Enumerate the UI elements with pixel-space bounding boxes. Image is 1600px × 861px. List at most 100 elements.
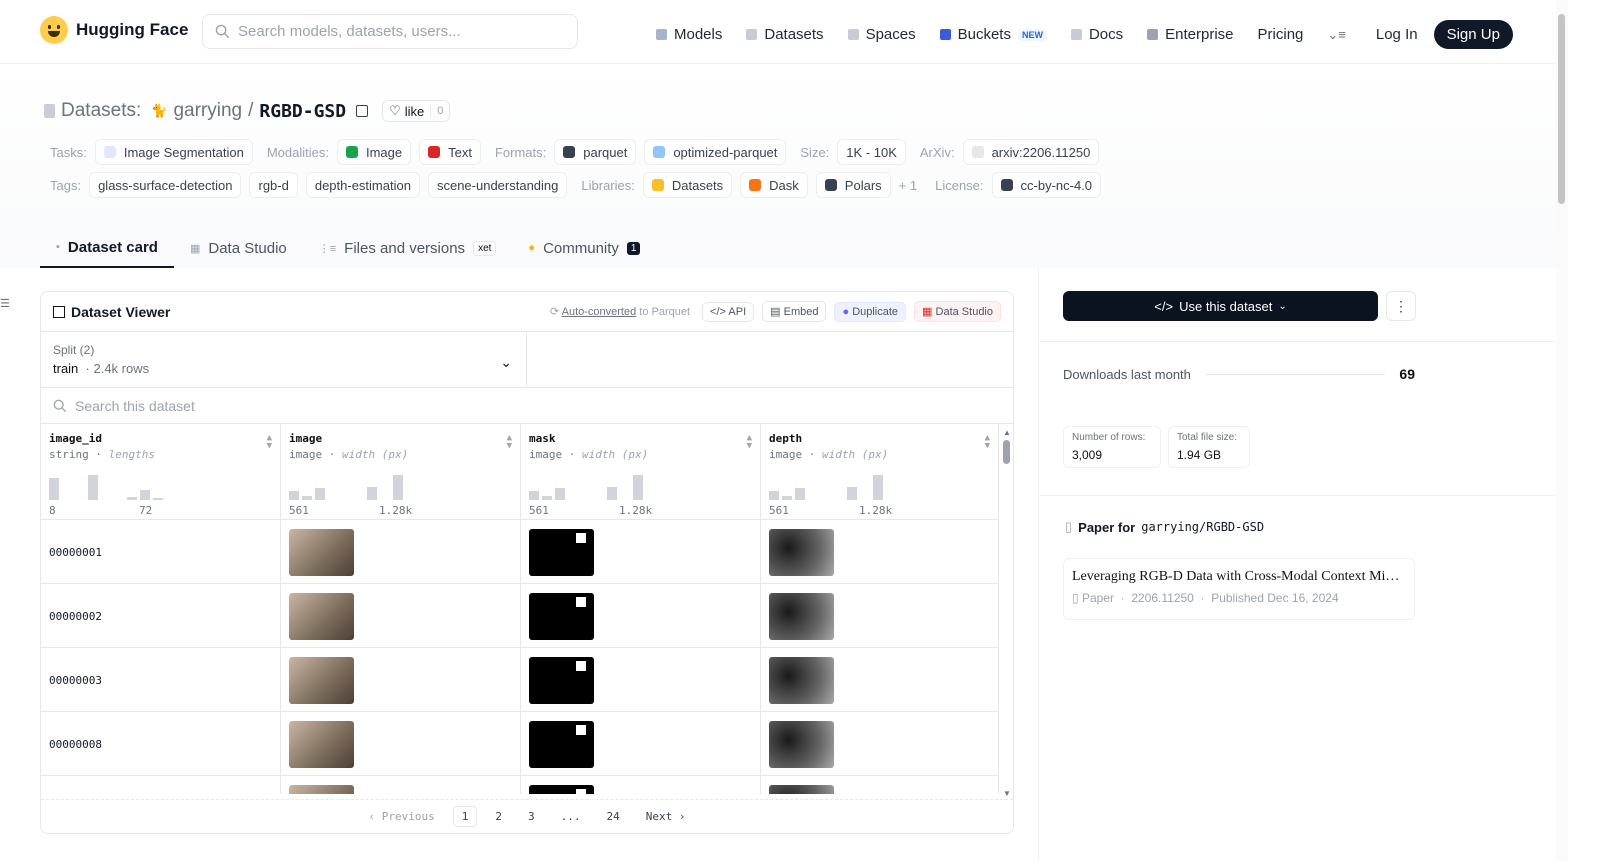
tag-chip[interactable]: Image Segmentation (94, 139, 253, 165)
data-studio-button[interactable]: ▦ Data Studio (914, 301, 1001, 322)
nav-link-buckets[interactable]: Buckets NEW (939, 26, 1047, 43)
mask-thumbnail[interactable] (529, 784, 594, 794)
copy-icon[interactable] (356, 105, 369, 117)
column-header-mask[interactable]: mask image · width (px) ▲ ▼ 561 1.28k (521, 424, 761, 520)
scroll-down-icon[interactable]: ▼ (1003, 789, 1011, 798)
page-scrollbar-thumb[interactable] (1558, 14, 1565, 204)
mask-thumbnail[interactable] (529, 720, 594, 768)
cell-depth[interactable] (761, 712, 999, 776)
column-header-image_id[interactable]: image_id string · lengths ▲ ▼ 8 72 (41, 424, 281, 520)
column-header-image[interactable]: image image · width (px) ▲ ▼ 561 1.28k (281, 424, 521, 520)
datasets-label[interactable]: Datasets: (61, 100, 141, 122)
embed-button[interactable]: ▤ Embed (762, 301, 827, 322)
cell-depth[interactable] (761, 520, 999, 584)
tag-chip[interactable]: glass-surface-detection (89, 172, 242, 198)
nav-link-spaces[interactable]: Spaces (847, 26, 916, 43)
page-scrollbar[interactable] (1556, 0, 1568, 861)
tab-data-studio[interactable]: ▦ Data Studio (174, 228, 303, 268)
global-search-input[interactable] (238, 23, 558, 40)
tag-chip[interactable]: Datasets (642, 172, 733, 198)
cell-image-id[interactable] (41, 776, 281, 794)
depth-thumbnail[interactable] (769, 720, 834, 768)
use-dataset-button[interactable]: </> Use this dataset ⌄ (1063, 291, 1378, 321)
page-24[interactable]: 24 (598, 807, 627, 826)
owner-link[interactable]: garrying (173, 100, 242, 122)
nav-link-docs[interactable]: Docs (1070, 26, 1123, 43)
split-select[interactable]: Split (2) train · 2.4k rows ⌄ (41, 332, 527, 387)
depth-thumbnail[interactable] (769, 528, 834, 576)
tag-chip[interactable]: Polars (815, 172, 891, 198)
cell-mask[interactable] (521, 648, 761, 712)
cell-depth[interactable] (761, 584, 999, 648)
menu-icon[interactable]: ☰ (0, 297, 10, 310)
dataset-name[interactable]: RGBD-GSD (259, 101, 346, 122)
image-thumbnail[interactable] (289, 528, 354, 576)
tag-chip[interactable]: Dask (740, 172, 808, 198)
cell-mask[interactable] (521, 712, 761, 776)
paper-card[interactable]: Leveraging RGB-D Data with Cross-Modal C… (1063, 558, 1415, 620)
brand-logo[interactable]: Hugging Face (40, 16, 188, 44)
tag-chip[interactable]: Text (419, 139, 481, 165)
tag-chip[interactable]: rgb-d (249, 172, 298, 198)
dataset-search[interactable] (41, 388, 1013, 424)
image-thumbnail[interactable] (289, 656, 354, 704)
tab-dataset-card[interactable]: ▪ Dataset card (40, 228, 174, 268)
sort-icon[interactable]: ▲ ▼ (747, 434, 752, 451)
more-options-button[interactable]: ⋮ (1386, 291, 1416, 321)
nav-link-datasets[interactable]: Datasets (746, 26, 824, 43)
login-link[interactable]: Log In (1376, 26, 1418, 43)
cell-mask[interactable] (521, 776, 761, 794)
cell-image[interactable] (281, 520, 521, 584)
nav-link-enterprise[interactable]: Enterprise (1147, 26, 1234, 43)
cell-depth[interactable] (761, 776, 999, 794)
image-thumbnail[interactable] (289, 784, 354, 794)
duplicate-button[interactable]: ● Duplicate (834, 301, 907, 322)
page-1[interactable]: 1 (452, 806, 478, 827)
global-search[interactable] (202, 14, 578, 49)
cell-image[interactable] (281, 776, 521, 794)
tag-chip[interactable]: depth-estimation (305, 172, 420, 198)
tag-chip[interactable]: cc-by-nc-4.0 (991, 172, 1102, 198)
cell-image[interactable] (281, 584, 521, 648)
tag-chip[interactable]: parquet (554, 139, 637, 165)
mask-thumbnail[interactable] (529, 528, 594, 576)
cell-depth[interactable] (761, 648, 999, 712)
api-button[interactable]: </> API (702, 301, 755, 322)
tag-chip[interactable]: 1K - 10K (837, 139, 906, 165)
mask-thumbnail[interactable] (529, 656, 594, 704)
tag-chip[interactable]: Image (336, 139, 412, 165)
cell-image[interactable] (281, 712, 521, 776)
cell-image-id[interactable]: 00000002 (41, 584, 281, 648)
cell-image-id[interactable]: 00000003 (41, 648, 281, 712)
cell-image-id[interactable]: 00000001 (41, 520, 281, 584)
more-menu-icon[interactable]: ⌄≡ (1327, 27, 1345, 43)
sort-icon[interactable]: ▲ ▼ (267, 434, 272, 451)
tab-community[interactable]: ● Community 1 (512, 228, 656, 268)
tag-chip[interactable]: optimized-parquet (644, 139, 787, 165)
page-3[interactable]: 3 (520, 807, 543, 826)
cell-mask[interactable] (521, 584, 761, 648)
column-header-depth[interactable]: depth image · width (px) ▲ ▼ 561 1.28k (761, 424, 999, 520)
like-button[interactable]: ♡ like 0 (382, 100, 451, 122)
sort-icon[interactable]: ▲ ▼ (985, 434, 990, 451)
mask-thumbnail[interactable] (529, 592, 594, 640)
cell-image-id[interactable]: 00000008 (41, 712, 281, 776)
cell-image[interactable] (281, 648, 521, 712)
signup-button[interactable]: Sign Up (1433, 20, 1513, 49)
more-libraries[interactable]: + 1 (899, 178, 917, 193)
tag-chip[interactable]: scene-understanding (427, 172, 568, 198)
depth-thumbnail[interactable] (769, 592, 834, 640)
image-thumbnail[interactable] (289, 720, 354, 768)
auto-converted-link[interactable]: Auto-converted (562, 306, 637, 318)
nav-link-models[interactable]: Models (656, 26, 722, 43)
tab-files-and-versions[interactable]: ⋮≡ Files and versions xet (303, 228, 513, 268)
sort-icon[interactable]: ▲ ▼ (507, 434, 512, 451)
scroll-up-icon[interactable]: ▲ (1003, 428, 1011, 437)
paper-title[interactable]: Leveraging RGB-D Data with Cross-Modal C… (1072, 569, 1406, 585)
depth-thumbnail[interactable] (769, 656, 834, 704)
table-scrollbar-thumb[interactable] (1003, 440, 1010, 464)
page-2[interactable]: 2 (487, 807, 510, 826)
tag-chip[interactable]: arxiv:2206.11250 (962, 139, 1100, 165)
nav-link-pricing[interactable]: Pricing (1258, 26, 1304, 43)
next-button[interactable]: Next › (638, 807, 694, 826)
